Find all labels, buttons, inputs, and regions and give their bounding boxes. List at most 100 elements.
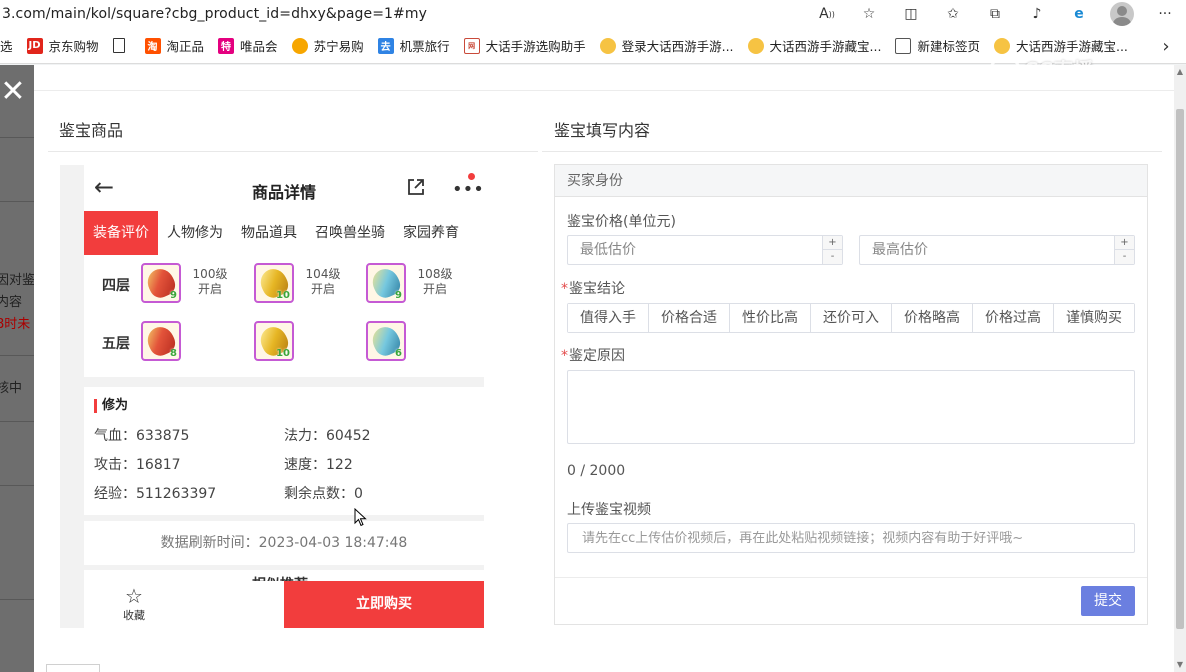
bookmark-item[interactable]: 去机票旅行 [377,36,450,55]
gem-count: 9 [395,290,402,301]
bookmark-item[interactable]: JD 京东购物 [26,36,99,55]
bookmarks-overflow-chevron-icon[interactable]: › [1146,28,1186,63]
tab-items[interactable]: 物品道具 [232,211,306,255]
gem-count: 8 [170,348,177,359]
conclusion-options: 值得入手 价格合适 性价比高 还价可入 价格略高 价格过高 谨慎购买 [567,303,1135,333]
background-page: 因对鉴 内容 8时未 核中 [0,65,34,672]
conclusion-option[interactable]: 还价可入 [811,304,892,332]
mouse-cursor-icon [354,508,367,527]
max-price-field[interactable] [860,236,1114,264]
product-tabs: 装备评价 人物修为 物品道具 召唤兽坐骑 家园养育 [84,211,484,255]
conclusion-option[interactable]: 价格略高 [892,304,973,332]
divider [0,201,34,202]
tab-character-cultivation[interactable]: 人物修为 [158,211,232,255]
address-bar[interactable]: 3.com/main/kol/square?cbg_product_id=dhx… [0,0,1186,28]
reason-textarea[interactable] [567,370,1135,444]
page-scrollbar[interactable]: ▲ ▼ [1174,65,1186,672]
attr-item: 剩余点数：0 [284,483,363,503]
level-row: 四层 9 100级 开启 10 104级 开启 9 108级 开启 [84,263,484,307]
video-link-field[interactable] [568,524,1128,552]
attr-label: 经验： [94,486,136,502]
read-aloud-icon[interactable]: A)) [816,3,838,25]
page-icon [112,38,125,53]
split-screen-icon[interactable]: ◫ [900,3,922,25]
taobao-icon: 淘 [144,37,161,54]
conclusion-option[interactable]: 性价比高 [730,304,811,332]
increment-button[interactable]: + [1114,236,1134,250]
bookmark-label: 机票旅行 [399,39,450,54]
max-price-input[interactable]: + - [859,235,1135,265]
scroll-up-arrow-icon[interactable]: ▲ [1176,68,1184,76]
min-price-field[interactable] [568,236,822,264]
video-link-input[interactable] [567,523,1135,553]
favorites-icon[interactable]: ✩ [942,3,964,25]
bookmark-item[interactable]: 淘淘正品 [144,36,204,55]
gem-slot[interactable]: 8 [141,321,181,361]
favorite-button[interactable]: ☆ 收藏 [114,585,154,623]
bookmark-item[interactable]: 登录大话西游手游... [599,36,734,55]
bg-text: 内容 [0,295,23,310]
product-header: ← 商品详情 ••• [84,165,484,211]
product-preview: ← 商品详情 ••• 装备评价 人物修为 物品道具 召唤兽坐骑 家园养育 四层 … [60,165,484,628]
conclusion-option[interactable]: 值得入手 [568,304,649,332]
refresh-label: 数据刷新时间： [160,535,259,551]
conclusion-option[interactable]: 价格过高 [973,304,1054,332]
bookmark-item[interactable] [112,38,131,53]
qunar-icon: 去 [377,37,394,54]
chick-icon [747,37,764,54]
share-icon[interactable] [406,177,426,197]
bookmark-item[interactable]: 苏宁易购 [291,36,364,55]
close-modal-icon[interactable]: ✕ [0,77,26,107]
divider [0,599,34,600]
bookmark-item[interactable]: 新建标签页 [895,36,980,55]
right-column-title: 鉴宝填写内容 [554,121,651,140]
notifications-icon[interactable]: ♪ [1026,3,1048,25]
tab-summons-mounts[interactable]: 召唤兽坐骑 [306,211,394,255]
min-price-input[interactable]: + - [567,235,843,265]
edge-icon[interactable]: e [1068,3,1090,25]
attr-value: 633875 [136,428,190,444]
buy-now-button[interactable]: 立即购买 [284,581,484,628]
tab-homestead[interactable]: 家园养育 [394,211,468,255]
scroll-thumb[interactable] [1176,109,1184,629]
new-tab-icon [895,37,912,54]
attr-item: 气血：633875 [94,425,189,445]
gem-levels: 四层 9 100级 开启 10 104级 开启 9 108级 开启 五层 8 1… [84,255,484,377]
attr-value: 0 [354,486,363,502]
gem-slot[interactable]: 10 [254,321,294,361]
level-label: 四层 [102,278,130,294]
conclusion-option[interactable]: 谨慎购买 [1054,304,1134,332]
bookmark-prefix[interactable]: 选 [0,36,13,55]
bookmark-item[interactable]: 特唯品会 [218,36,278,55]
url-text[interactable]: 3.com/main/kol/square?cbg_product_id=dhx… [2,6,427,22]
collections-icon[interactable]: ⧉ [984,3,1006,25]
bookmark-item[interactable]: 大话西游手游藏宝... [747,36,881,55]
conclusion-option[interactable]: 价格合适 [649,304,730,332]
gem-slot[interactable]: 6 [366,321,406,361]
bookmark-prefix-label: 选 [0,39,13,54]
gem-slot[interactable]: 9 [366,263,406,303]
tab-equipment-review[interactable]: 装备评价 [84,211,158,255]
bookmark-item[interactable]: 网大话手游选购助手 [463,36,586,55]
profile-avatar[interactable] [1110,2,1134,26]
bookmark-label: 大话手游选购助手 [485,39,586,54]
divider [542,151,1162,152]
decrement-button[interactable]: - [822,250,842,264]
more-dots-icon[interactable]: ••• [452,181,484,199]
scroll-down-arrow-icon[interactable]: ▼ [1176,661,1184,669]
reason-label-text: 鉴定原因 [569,348,625,364]
more-menu-icon[interactable]: ··· [1154,3,1176,25]
divider [0,485,34,486]
conclusion-label: *鉴宝结论 [561,278,625,298]
buyer-identity-header: 买家身份 [555,165,1147,197]
gem-slot[interactable]: 9 [141,263,181,303]
submit-button[interactable]: 提交 [1081,586,1135,616]
level-unlock-note: 100级 开启 [192,267,228,296]
increment-button[interactable]: + [822,236,842,250]
add-favorite-icon[interactable]: ☆ [858,3,880,25]
decrement-button[interactable]: - [1114,250,1134,264]
attr-value: 16817 [136,457,181,473]
level-row: 五层 8 10 6 [84,321,484,365]
bg-text: 因对鉴 [0,273,34,288]
gem-slot[interactable]: 10 [254,263,294,303]
